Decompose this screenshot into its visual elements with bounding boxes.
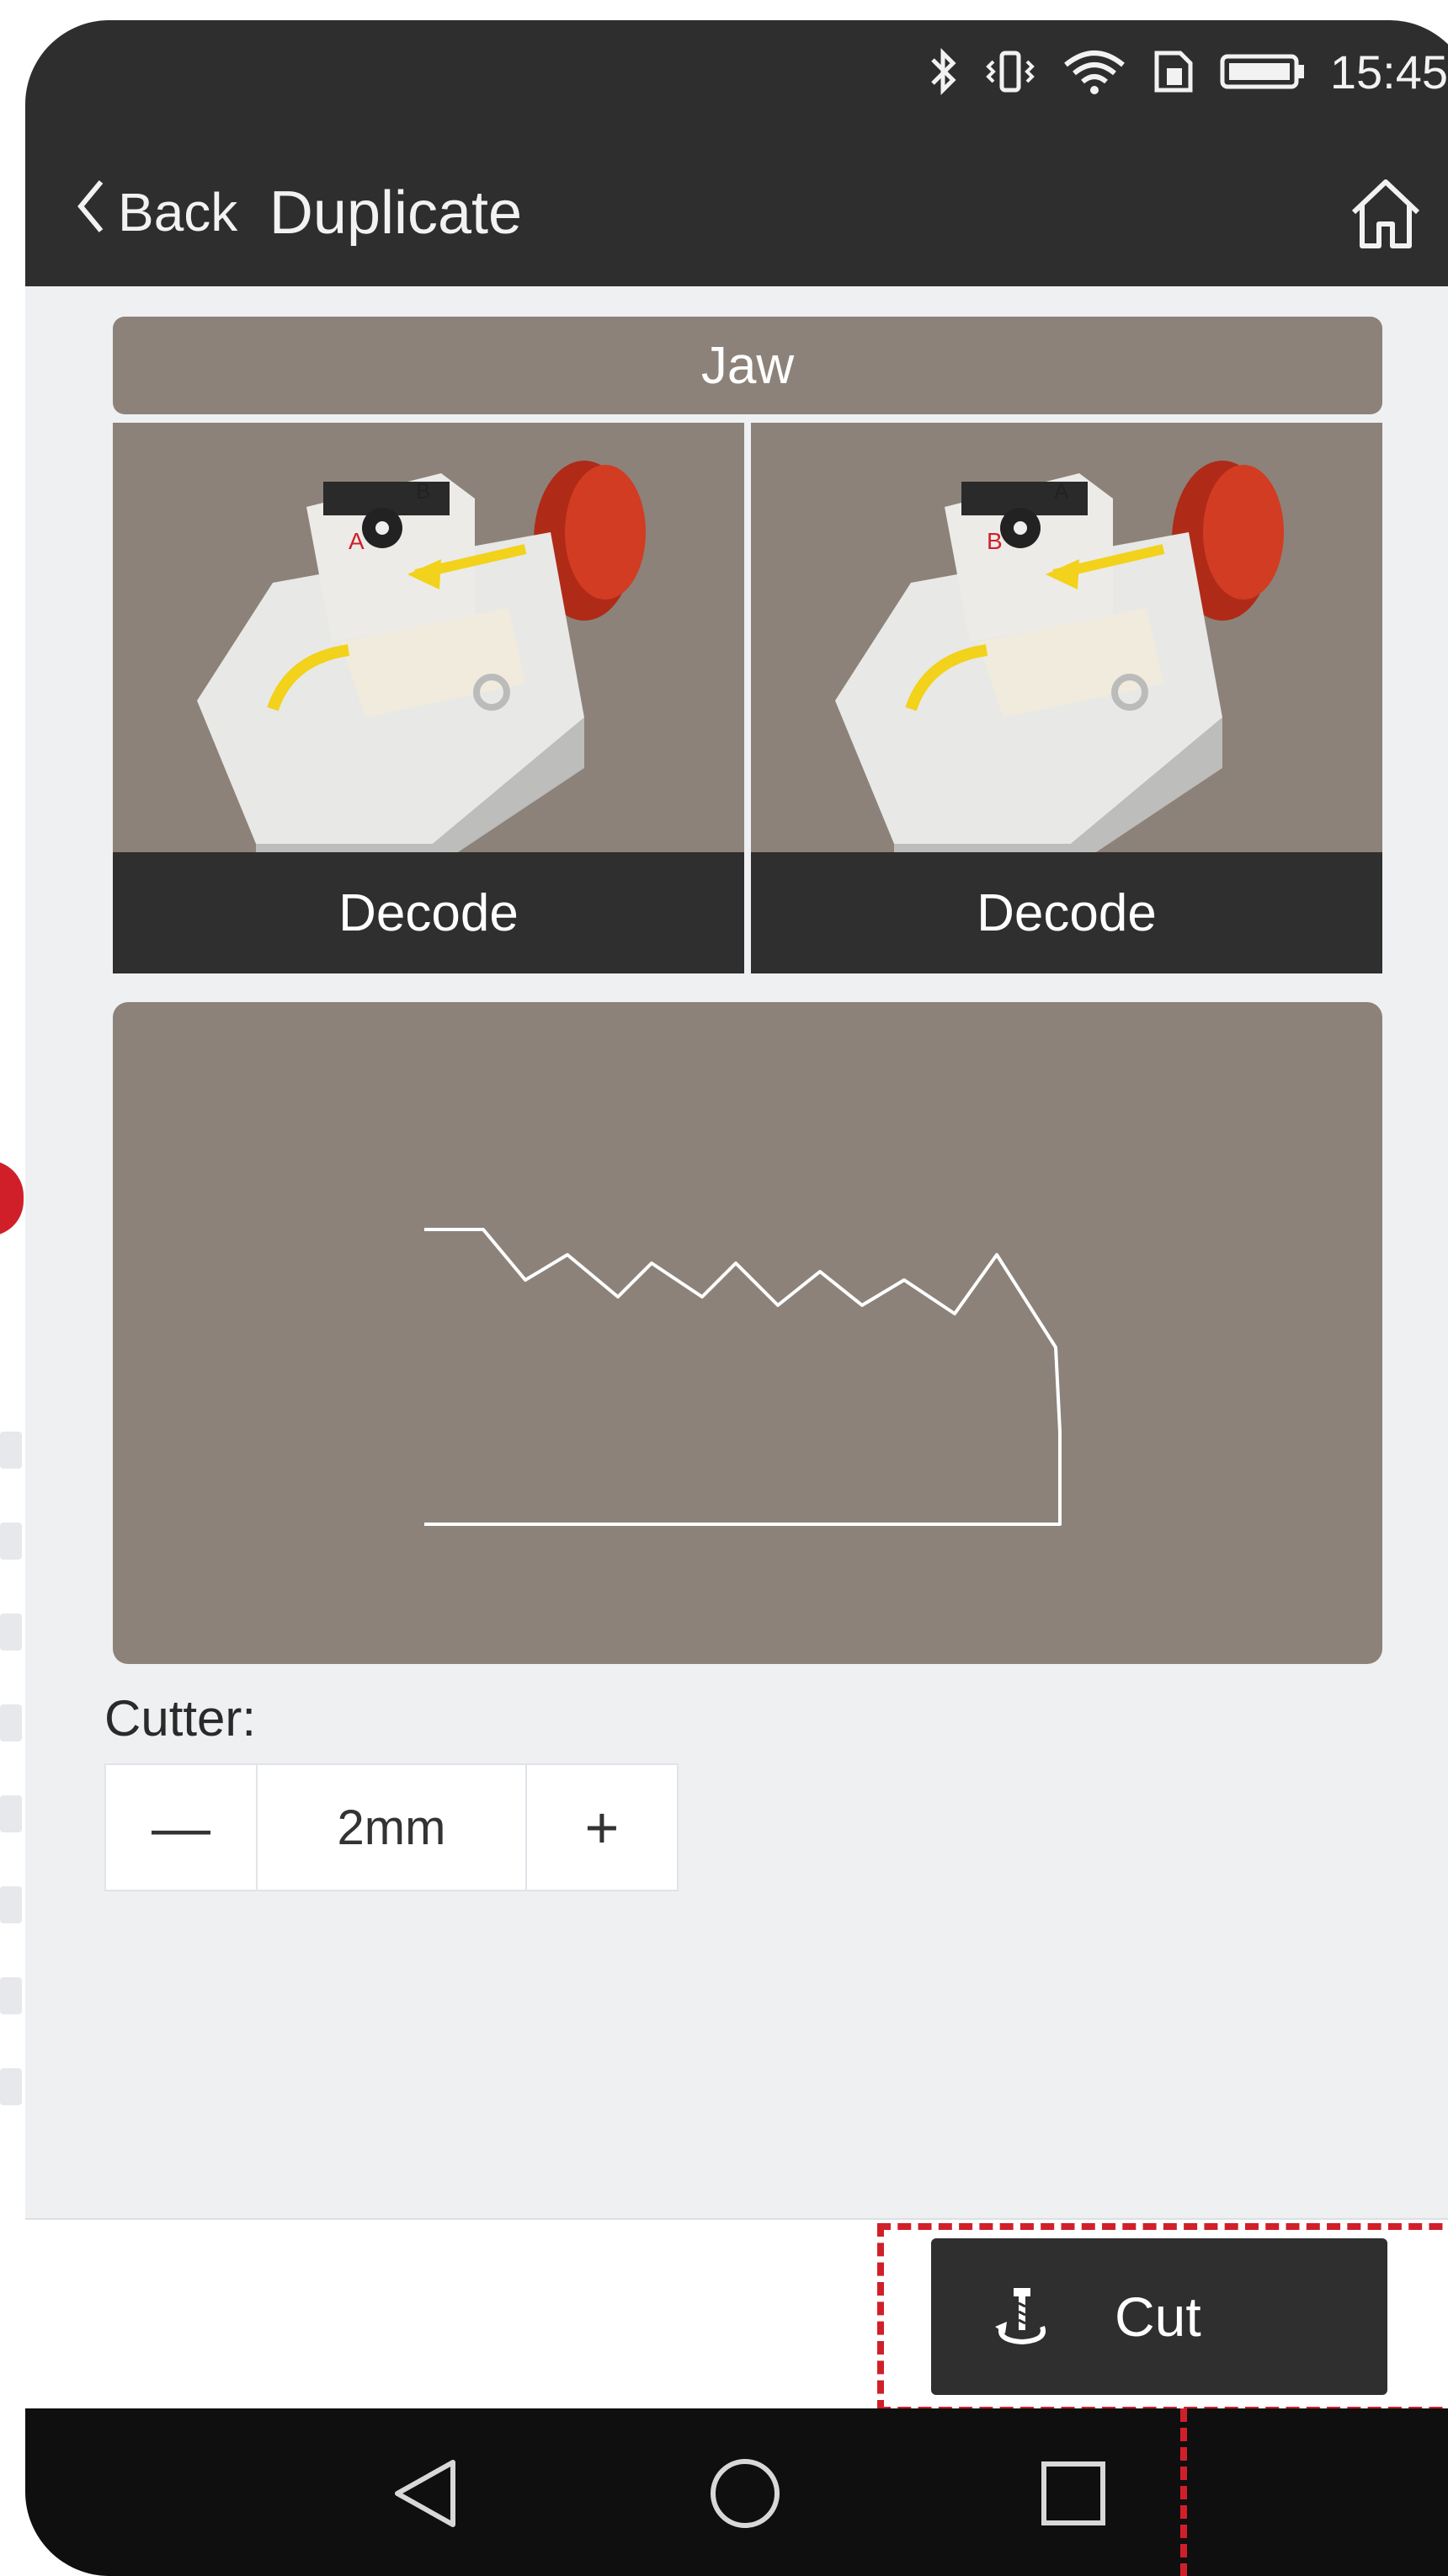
- wifi-icon: [1061, 46, 1128, 97]
- decode-button-b[interactable]: Decode: [751, 852, 1382, 973]
- back-label: Back: [118, 182, 238, 243]
- status-time: 15:45: [1329, 45, 1448, 99]
- cutter-label: Cutter:: [104, 1690, 257, 1747]
- jaw-panel-b: B A Decode: [751, 423, 1382, 973]
- back-button[interactable]: Back: [76, 172, 237, 253]
- side-label-b: B: [987, 528, 1003, 554]
- step-marker: [0, 1160, 24, 1236]
- cutter-value: 2mm: [258, 1763, 525, 1891]
- side-label-b: B: [416, 478, 430, 504]
- chevron-left-icon: [76, 177, 106, 248]
- bluetooth-icon: [926, 46, 960, 97]
- page-title: Duplicate: [269, 179, 523, 247]
- cutter-icon: [988, 2283, 1056, 2350]
- cutter-stepper: — 2mm +: [104, 1763, 679, 1891]
- plus-icon: +: [584, 1795, 620, 1860]
- system-nav-bar: [25, 2408, 1448, 2576]
- recents-square-icon[interactable]: [1035, 2456, 1111, 2536]
- key-profile-outline: [424, 1228, 1062, 1526]
- status-bar: 15:45: [25, 20, 1448, 138]
- top-nav-bar: Back Duplicate: [25, 138, 1448, 286]
- main-content: Jaw A B Decode B A Decode Cutter: — 2mm …: [25, 286, 1448, 2223]
- cut-button[interactable]: Cut: [931, 2238, 1387, 2395]
- home-circle-icon[interactable]: [707, 2456, 783, 2536]
- minus-icon: —: [152, 1795, 210, 1860]
- key-profile-preview: [113, 1002, 1382, 1664]
- side-label-a: A: [1054, 478, 1069, 504]
- phone-screen: 15:45 Back Duplicate Jaw A B Decode B A …: [25, 20, 1448, 2576]
- decrement-button[interactable]: —: [104, 1763, 258, 1891]
- home-button[interactable]: [1347, 175, 1424, 257]
- action-bar: Cut: [25, 2218, 1448, 2413]
- back-triangle-icon[interactable]: [387, 2456, 463, 2536]
- status-icons: 15:45: [926, 42, 1448, 101]
- battery-icon: [1219, 46, 1307, 97]
- cut-label: Cut: [1115, 2285, 1201, 2348]
- jaw-header: Jaw: [113, 317, 1382, 414]
- home-icon: [1347, 179, 1424, 256]
- decode-button-a[interactable]: Decode: [113, 852, 744, 973]
- vibrate-icon: [983, 46, 1037, 97]
- jaw-panel-a: A B Decode: [113, 423, 744, 973]
- jaw-clamp-illustration: A B: [113, 423, 744, 852]
- increment-button[interactable]: +: [525, 1763, 679, 1891]
- scroll-rail: [0, 1432, 22, 2159]
- highlight-guide-line: [1180, 2408, 1187, 2576]
- jaw-clamp-illustration: B A: [751, 423, 1382, 852]
- side-label-a: A: [349, 528, 365, 554]
- sim-icon: [1152, 46, 1195, 97]
